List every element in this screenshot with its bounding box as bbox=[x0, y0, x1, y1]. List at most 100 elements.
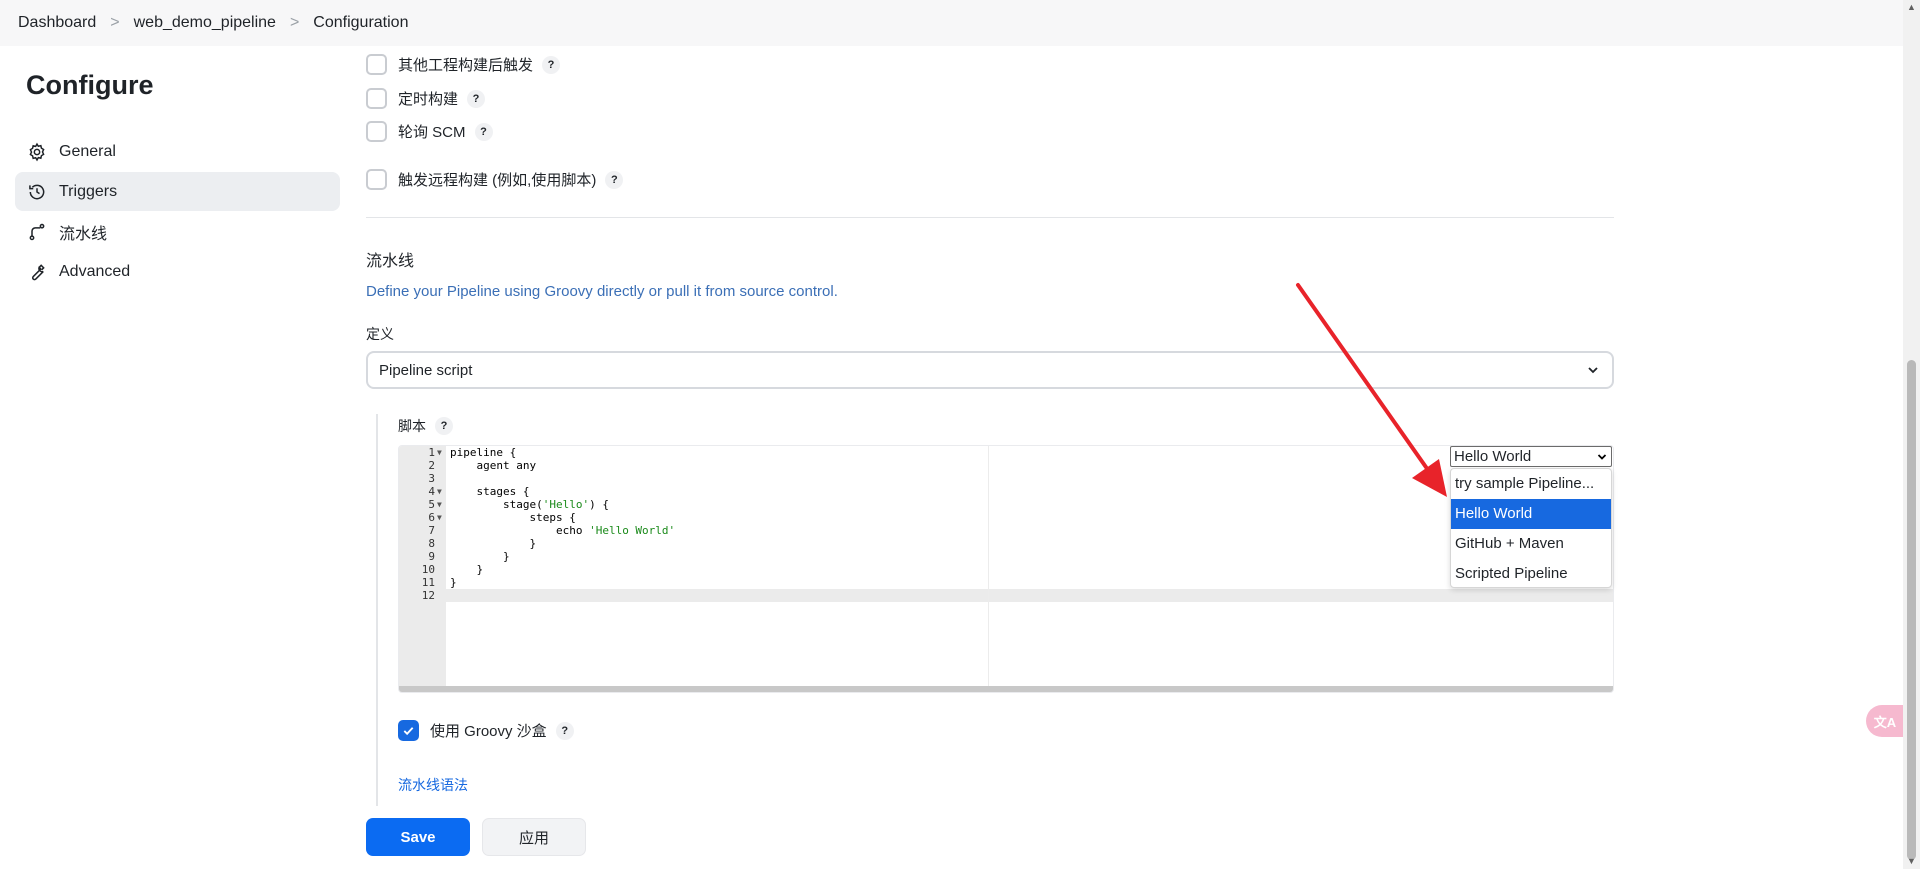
sample-pipeline-dropdown: try sample Pipeline... Hello World GitHu… bbox=[1450, 468, 1612, 588]
sidebar-item-general[interactable]: General bbox=[15, 132, 340, 171]
page-scrollbar[interactable]: ▲ ▼ bbox=[1903, 0, 1920, 869]
line-number: 12 bbox=[421, 589, 435, 602]
line-number: 6 bbox=[428, 511, 435, 524]
fold-toggle-icon[interactable]: ▼ bbox=[437, 498, 442, 511]
script-label-text: 脚本 bbox=[398, 418, 426, 434]
trigger-label: 触发远程构建 (例如,使用脚本) bbox=[398, 172, 597, 189]
trigger-checkbox[interactable] bbox=[366, 88, 387, 109]
dropdown-option[interactable]: Scripted Pipeline bbox=[1451, 559, 1611, 587]
checkmark-icon bbox=[403, 727, 414, 736]
code-text: stages { bbox=[450, 485, 530, 498]
code-line: 2 agent any bbox=[399, 459, 1613, 472]
help-icon[interactable]: ? bbox=[542, 55, 561, 74]
breadcrumb-configuration[interactable]: Configuration bbox=[313, 14, 408, 32]
trigger-checkbox[interactable] bbox=[366, 121, 387, 142]
fold-toggle-icon[interactable]: ▼ bbox=[437, 446, 442, 459]
definition-label: 定义 bbox=[366, 326, 394, 342]
breadcrumb-job[interactable]: web_demo_pipeline bbox=[134, 14, 276, 32]
help-icon[interactable]: ? bbox=[555, 721, 574, 740]
sidebar-item-label: Triggers bbox=[59, 182, 118, 200]
line-number: 5 bbox=[428, 498, 435, 511]
code-line: 9 } bbox=[399, 550, 1613, 563]
trigger-label: 其他工程构建后触发 bbox=[398, 57, 534, 74]
fold-toggle-icon[interactable]: ▼ bbox=[437, 485, 442, 498]
sidebar-item-pipeline[interactable]: 流水线 bbox=[15, 212, 340, 251]
sidebar-item-label: General bbox=[59, 142, 116, 160]
groovy-sandbox-checkbox[interactable] bbox=[398, 720, 419, 741]
code-text: } bbox=[450, 537, 537, 550]
help-icon[interactable]: ? bbox=[605, 170, 624, 189]
scrollbar-thumb[interactable] bbox=[1907, 360, 1916, 860]
trigger-option-scheduled-build: 定时构建 ? bbox=[366, 88, 486, 109]
groovy-sandbox-row: 使用 Groovy 沙盒 ? bbox=[398, 720, 574, 741]
sidebar-item-advanced[interactable]: Advanced bbox=[15, 252, 340, 291]
sample-select-value: Hello World bbox=[1454, 448, 1532, 465]
save-button[interactable]: Save bbox=[366, 818, 470, 856]
groovy-sandbox-label: 使用 Groovy 沙盒 bbox=[430, 723, 547, 740]
sidebar-item-triggers[interactable]: Triggers bbox=[15, 172, 340, 211]
code-line: 11} bbox=[399, 576, 1613, 589]
section-divider bbox=[366, 217, 1614, 218]
apply-button[interactable]: 应用 bbox=[482, 818, 586, 856]
sample-pipeline-select[interactable]: Hello World bbox=[1450, 446, 1612, 467]
help-icon[interactable]: ? bbox=[474, 122, 493, 141]
help-icon[interactable]: ? bbox=[435, 417, 453, 435]
trigger-option-after-other-build: 其他工程构建后触发 ? bbox=[366, 54, 561, 75]
code-text: } bbox=[450, 576, 457, 589]
line-number: 4 bbox=[428, 485, 435, 498]
dropdown-option[interactable]: try sample Pipeline... bbox=[1451, 469, 1611, 499]
wrench-icon bbox=[32, 263, 45, 280]
trigger-checkbox[interactable] bbox=[366, 54, 387, 75]
breadcrumb-separator: > bbox=[110, 14, 120, 31]
breadcrumb-dashboard[interactable]: Dashboard bbox=[18, 14, 96, 32]
code-line: 7 echo 'Hello World' bbox=[399, 524, 1613, 537]
clock-icon bbox=[29, 184, 45, 199]
annotation-arrow bbox=[1296, 283, 1447, 497]
sidebar-item-label: Advanced bbox=[59, 262, 131, 280]
trigger-label: 轮询 SCM bbox=[398, 124, 466, 141]
line-number: 9 bbox=[428, 550, 435, 563]
breadcrumb-separator: > bbox=[289, 14, 300, 31]
code-text: pipeline { bbox=[450, 446, 517, 459]
code-text: agent any bbox=[450, 459, 537, 472]
pipeline-icon bbox=[29, 223, 45, 240]
line-number: 11 bbox=[421, 576, 435, 589]
script-label: 脚本 ? bbox=[398, 416, 453, 436]
line-number: 10 bbox=[421, 563, 435, 576]
dropdown-option[interactable]: GitHub + Maven bbox=[1451, 529, 1611, 559]
pipeline-syntax-link[interactable]: 流水线语法 bbox=[398, 775, 468, 795]
help-icon[interactable]: ? bbox=[467, 89, 486, 108]
code-line: 6 ▼ steps { bbox=[399, 511, 1613, 524]
code-line: 10 } bbox=[399, 563, 1613, 576]
trigger-option-remote-build: 触发远程构建 (例如,使用脚本) ? bbox=[366, 169, 624, 190]
definition-select[interactable]: Pipeline script bbox=[366, 351, 1614, 389]
editor-horizontal-scrollbar[interactable] bbox=[399, 686, 1613, 692]
code-text: } bbox=[450, 550, 510, 563]
chevron-down-icon bbox=[1588, 367, 1598, 374]
definition-value: Pipeline script bbox=[379, 361, 473, 379]
code-line: 12 bbox=[399, 589, 1613, 602]
pipeline-section-title: 流水线 bbox=[366, 253, 415, 270]
code-text: } bbox=[450, 563, 484, 576]
code-line: 4 ▼ stages { bbox=[399, 485, 1613, 498]
code-text: stage('Hello') { bbox=[450, 498, 609, 511]
line-number: 3 bbox=[428, 472, 435, 485]
scroll-up-icon[interactable]: ▲ bbox=[1907, 2, 1916, 12]
code-line: 5 ▼ stage('Hello') { bbox=[399, 498, 1613, 511]
translate-widget-button[interactable]: 文A bbox=[1866, 705, 1904, 737]
code-line: 8 } bbox=[399, 537, 1613, 550]
pipeline-section-description: Define your Pipeline using Groovy direct… bbox=[366, 283, 838, 300]
line-number: 7 bbox=[428, 524, 435, 537]
code-line: 3 bbox=[399, 472, 1613, 485]
dropdown-option-selected[interactable]: Hello World bbox=[1451, 499, 1611, 529]
page-title: Configure bbox=[26, 70, 154, 100]
line-number: 8 bbox=[428, 537, 435, 550]
code-line: 1 ▼ pipeline { bbox=[399, 446, 1613, 459]
section-indent-bar bbox=[376, 414, 378, 806]
trigger-checkbox[interactable] bbox=[366, 169, 387, 190]
fold-toggle-icon[interactable]: ▼ bbox=[437, 511, 442, 524]
script-editor[interactable]: 1 ▼ pipeline {2 agent any 3 4 ▼ stages {5 ▼ st… bbox=[398, 445, 1614, 693]
code-text: echo 'Hello World' bbox=[450, 524, 676, 537]
line-number: 1 bbox=[428, 446, 435, 459]
scroll-down-icon[interactable]: ▼ bbox=[1907, 856, 1916, 866]
